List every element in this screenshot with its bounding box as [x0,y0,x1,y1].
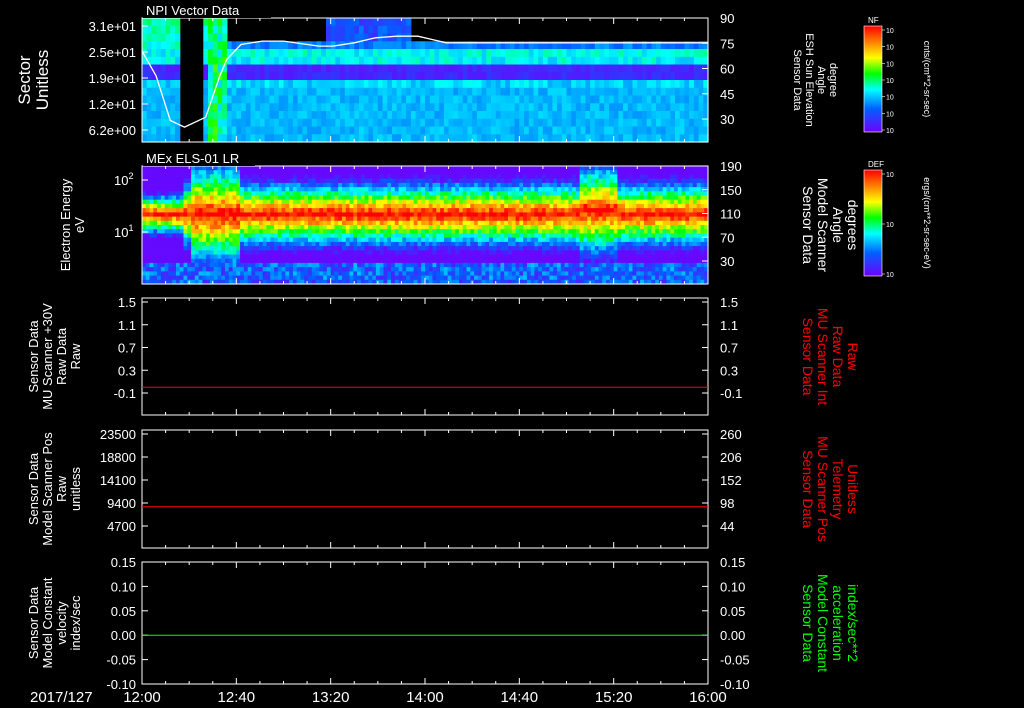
panel-3-ytick-label: 1.5 [118,295,136,310]
panel-1-title: NPI Vector Data [146,3,240,18]
colorbar-1-tick: 10 [886,128,894,135]
panel-5-y2label: Sensor Data Model Constant acceleration ind… [800,574,861,672]
panel-5-ytick-label: -0.05 [106,653,136,668]
panel-3-y2label: Sensor Data MU Scanner Int Raw Data Raw [800,308,861,405]
panel-1-y2tick-label: 60 [720,62,734,77]
panel-4-y2tick-label: 206 [720,450,742,465]
panel-2-ytick-label: 101 [114,223,133,240]
colorbar-1-unit: cnts/(cm**2-sr-sec) [922,41,932,118]
time-tick-label: 14:40 [501,689,539,706]
panel-4-y2label: Sensor Data MU Scanner Pos Telemetry Unitle… [800,436,861,542]
panel-2-y2tick-label: 150 [720,183,742,198]
panel-3-ytick-label: 0.7 [118,341,136,356]
panel-1-ytick-label: 2.5e+01 [89,45,136,60]
panel-1-y2tick-label: 30 [720,112,734,127]
science-plot-stack: 3.1e+01 2.5e+01 1.9e+01 1.2e+01 6.2e+00 90 75 6… [15,2,932,706]
time-tick-label: 14:00 [406,689,444,706]
colorbar-1-tick: 10 [886,95,894,102]
panel-3-ytick-label: 1.1 [118,318,136,333]
panel-2-y2tick-label: 30 [720,254,734,269]
time-tick-label: 12:40 [218,689,256,706]
panel-4-ytick-label: 9400 [107,496,136,511]
panel-5-frame [141,561,709,685]
panel-4-ytick-label: 14100 [100,473,136,488]
panel-2-y2label: Sensor Data Model Scanner Angle degrees [800,178,861,273]
colorbar-2-tick: 10 [886,222,894,229]
time-tick-label: 15:20 [595,689,633,706]
panel-5-ylabel: Sensor Data Model Constant velocity index/s… [26,577,83,668]
date-label: 2017/127 [30,689,93,706]
colorbar-2-tick: 10 [886,172,894,179]
panel-4-ytick-label: 4700 [107,519,136,534]
colorbar-1-tick: 10 [886,45,894,52]
colorbar-2 [863,169,883,277]
time-tick-label: 12:00 [123,689,161,706]
colorbar-1-tag: NF [868,16,879,25]
colorbar-1-tick: 10 [886,78,894,85]
colorbar-2-tick: 10 [886,272,894,279]
panel-1-ytick-label: 6.2e+00 [89,123,136,138]
time-tick-label: 16:00 [689,689,727,706]
panel-5-ytick-label: 0.05 [111,604,136,619]
panel-5-y2tick-label: 0.10 [720,579,745,594]
panel-1-y2tick-label: 75 [720,36,734,51]
panel-5-ytick-label: 0.10 [111,579,136,594]
panel-3-y2tick-label: 1.1 [720,318,738,333]
panel-5-y2tick-label: 0.00 [720,628,745,643]
panel-1-ytick-label: 1.2e+01 [89,97,136,112]
panel-1-ylabel: Sector Unitless [15,50,52,110]
panel-4-frame [141,429,709,549]
panel-3-y2tick-label: -0.1 [720,386,742,401]
panel-3-y2tick-label: 0.3 [720,363,738,378]
panel-2-ylabel: Electron Energy eV [58,178,87,271]
panel-4-y2tick-label: 260 [720,427,742,442]
panel-3-y2tick-label: 1.5 [720,295,738,310]
panel-2-title: MEx ELS-01 LR [146,151,239,166]
panel-5-ytick-label: 0.00 [111,628,136,643]
panel-3-ytick-label: 0.3 [118,363,136,378]
panel-4-ylabel: Sensor Data Model Scanner Pos Raw unitless [26,432,83,546]
colorbar-1-tick: 10 [886,111,894,118]
npi-spectrogram [142,18,709,143]
panel-3-ylabel: Sensor Data MU Scanner +30V Raw Data Raw [26,303,83,410]
panel-4-y2tick-label: 98 [720,496,734,511]
panel-2-y2tick-label: 70 [720,230,734,245]
panel-1-ytick-label: 3.1e+01 [89,19,136,34]
panel-3-ytick-label: -0.1 [114,386,136,401]
panel-5-y2tick-label: 0.15 [720,555,745,570]
panel-5-ytick-label: 0.15 [111,555,136,570]
panel-1-y2tick-label: 90 [720,11,734,26]
panel-3-y2tick-label: 0.7 [720,341,738,356]
els-spectrogram [142,166,709,285]
panel-4-ytick-label: 18800 [100,450,136,465]
panel-5-y2tick-label: 0.05 [720,604,745,619]
colorbar-1-tick: 10 [886,61,894,68]
panel-2-y2tick-label: 110 [720,207,741,222]
panel-5-y2tick-label: -0.05 [720,653,750,668]
panel-2-y2tick-label: 190 [720,159,742,174]
time-tick-label: 13:20 [312,689,350,706]
colorbar-2-tag: DEF [868,160,884,169]
colorbar-1 [863,25,883,133]
colorbar-1-tick: 10 [886,28,894,35]
panel-1-ytick-label: 1.9e+01 [89,71,136,86]
panel-4-y2tick-label: 152 [720,473,742,488]
panel-3-frame [141,297,709,416]
panel-2-ytick-label: 102 [114,171,133,188]
panel-1-y2tick-label: 45 [720,87,734,102]
panel-4-y2tick-label: 44 [720,519,734,534]
colorbar-2-unit: ergs/(cm**2-sr-sec-eV) [922,177,932,269]
panel-1-y2label: Sensor Data ESH Sun Elevation Angle degree [791,33,839,127]
panel-4-ytick-label: 23500 [100,427,136,442]
